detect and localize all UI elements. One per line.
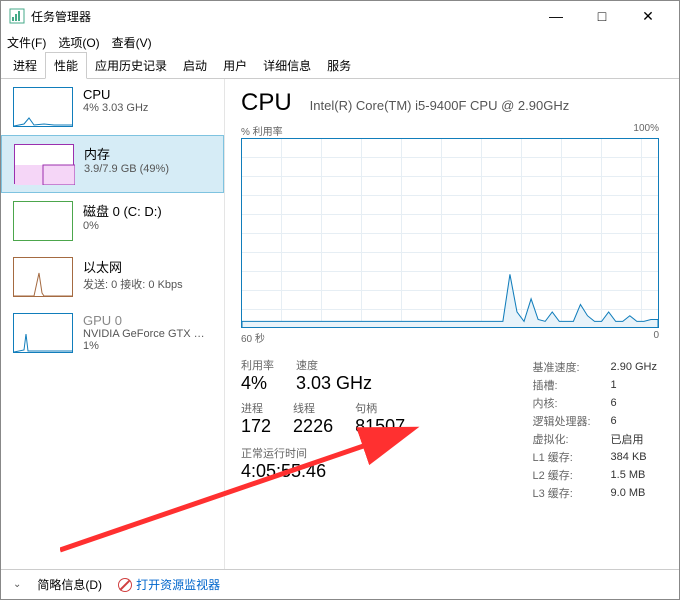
net-thumb-icon [13, 257, 73, 297]
open-resource-monitor-link[interactable]: 打开资源监视器 [118, 576, 220, 593]
util-label: 利用率 [241, 357, 274, 373]
chevron-down-icon[interactable]: ⌄ [13, 579, 21, 590]
sidebar-item-memory[interactable]: 内存3.9/7.9 GB (49%) [1, 135, 224, 193]
tab-services[interactable]: 服务 [319, 53, 359, 78]
sidebar-net-title: 以太网 [83, 257, 183, 276]
window-title: 任务管理器 [31, 8, 533, 25]
speed-label: 速度 [296, 357, 372, 373]
sidebar-disk-title: 磁盘 0 (C: D:) [83, 201, 162, 220]
cpu-thumb-icon [13, 87, 73, 127]
cpu-info-table: 基准速度:2.90 GHz 插槽:1 内核:6 逻辑处理器:6 虚拟化:已启用 … [530, 357, 659, 503]
minimize-button[interactable]: — [533, 1, 579, 31]
threads-value: 2226 [293, 416, 333, 437]
sidebar-item-gpu[interactable]: GPU 0NVIDIA GeForce GTX …1% [1, 305, 224, 361]
uptime-value: 4:05:55:46 [241, 461, 405, 482]
chart-y-max: 100% [633, 123, 659, 138]
menu-file[interactable]: 文件(F) [7, 34, 46, 51]
sidebar-gpu-pct: 1% [83, 340, 205, 352]
util-value: 4% [241, 373, 274, 394]
sidebar-cpu-sub: 4% 3.03 GHz [83, 102, 148, 114]
close-button[interactable]: ✕ [625, 1, 671, 31]
maximize-button[interactable]: □ [579, 1, 625, 31]
proc-label: 进程 [241, 400, 271, 416]
speed-value: 3.03 GHz [296, 373, 372, 394]
proc-value: 172 [241, 416, 271, 437]
sidebar-item-disk[interactable]: 磁盘 0 (C: D:)0% [1, 193, 224, 249]
sidebar-gpu-sub: NVIDIA GeForce GTX … [83, 328, 205, 340]
menubar: 文件(F) 选项(O) 查看(V) [1, 31, 679, 53]
sidebar-gpu-title: GPU 0 [83, 313, 205, 328]
cpu-model: Intel(R) Core(TM) i5-9400F CPU @ 2.90GHz [310, 98, 570, 113]
tab-performance[interactable]: 性能 [45, 52, 87, 79]
tab-history[interactable]: 应用历史记录 [87, 53, 175, 78]
tab-details[interactable]: 详细信息 [255, 53, 319, 78]
tab-startup[interactable]: 启动 [175, 53, 215, 78]
main-title: CPU [241, 89, 292, 117]
statusbar: ⌄ 简略信息(D) 打开资源监视器 [1, 569, 679, 599]
sidebar-mem-title: 内存 [84, 144, 169, 163]
brief-info-link[interactable]: 简略信息(D) [37, 576, 102, 593]
handles-label: 句柄 [355, 400, 405, 416]
titlebar: 任务管理器 — □ ✕ [1, 1, 679, 31]
menu-options[interactable]: 选项(O) [58, 34, 99, 51]
main-panel: CPU Intel(R) Core(TM) i5-9400F CPU @ 2.9… [225, 79, 679, 569]
chart-x-zero: 0 [653, 330, 659, 345]
disk-thumb-icon [13, 201, 73, 241]
uptime-label: 正常运行时间 [241, 445, 405, 461]
chart-y-label: % 利用率 [241, 123, 283, 138]
chart-x-label: 60 秒 [241, 330, 265, 345]
sidebar-cpu-title: CPU [83, 87, 148, 102]
threads-label: 线程 [293, 400, 333, 416]
sidebar-mem-sub: 3.9/7.9 GB (49%) [84, 163, 169, 175]
tabs: 进程 性能 应用历史记录 启动 用户 详细信息 服务 [1, 53, 679, 79]
handles-value: 81507 [355, 416, 405, 437]
sidebar-item-ethernet[interactable]: 以太网发送: 0 接收: 0 Kbps [1, 249, 224, 305]
cpu-utilization-chart [241, 138, 659, 328]
app-icon [9, 8, 25, 24]
sidebar-item-cpu[interactable]: CPU4% 3.03 GHz [1, 79, 224, 135]
menu-view[interactable]: 查看(V) [112, 34, 152, 51]
sidebar-net-sub: 发送: 0 接收: 0 Kbps [83, 276, 183, 292]
sidebar-disk-sub: 0% [83, 220, 162, 232]
resmon-icon [118, 578, 132, 592]
sidebar: CPU4% 3.03 GHz 内存3.9/7.9 GB (49%) 磁盘 0 (… [1, 79, 225, 569]
tab-users[interactable]: 用户 [215, 53, 255, 78]
tab-processes[interactable]: 进程 [5, 53, 45, 78]
gpu-thumb-icon [13, 313, 73, 353]
memory-thumb-icon [14, 144, 74, 184]
